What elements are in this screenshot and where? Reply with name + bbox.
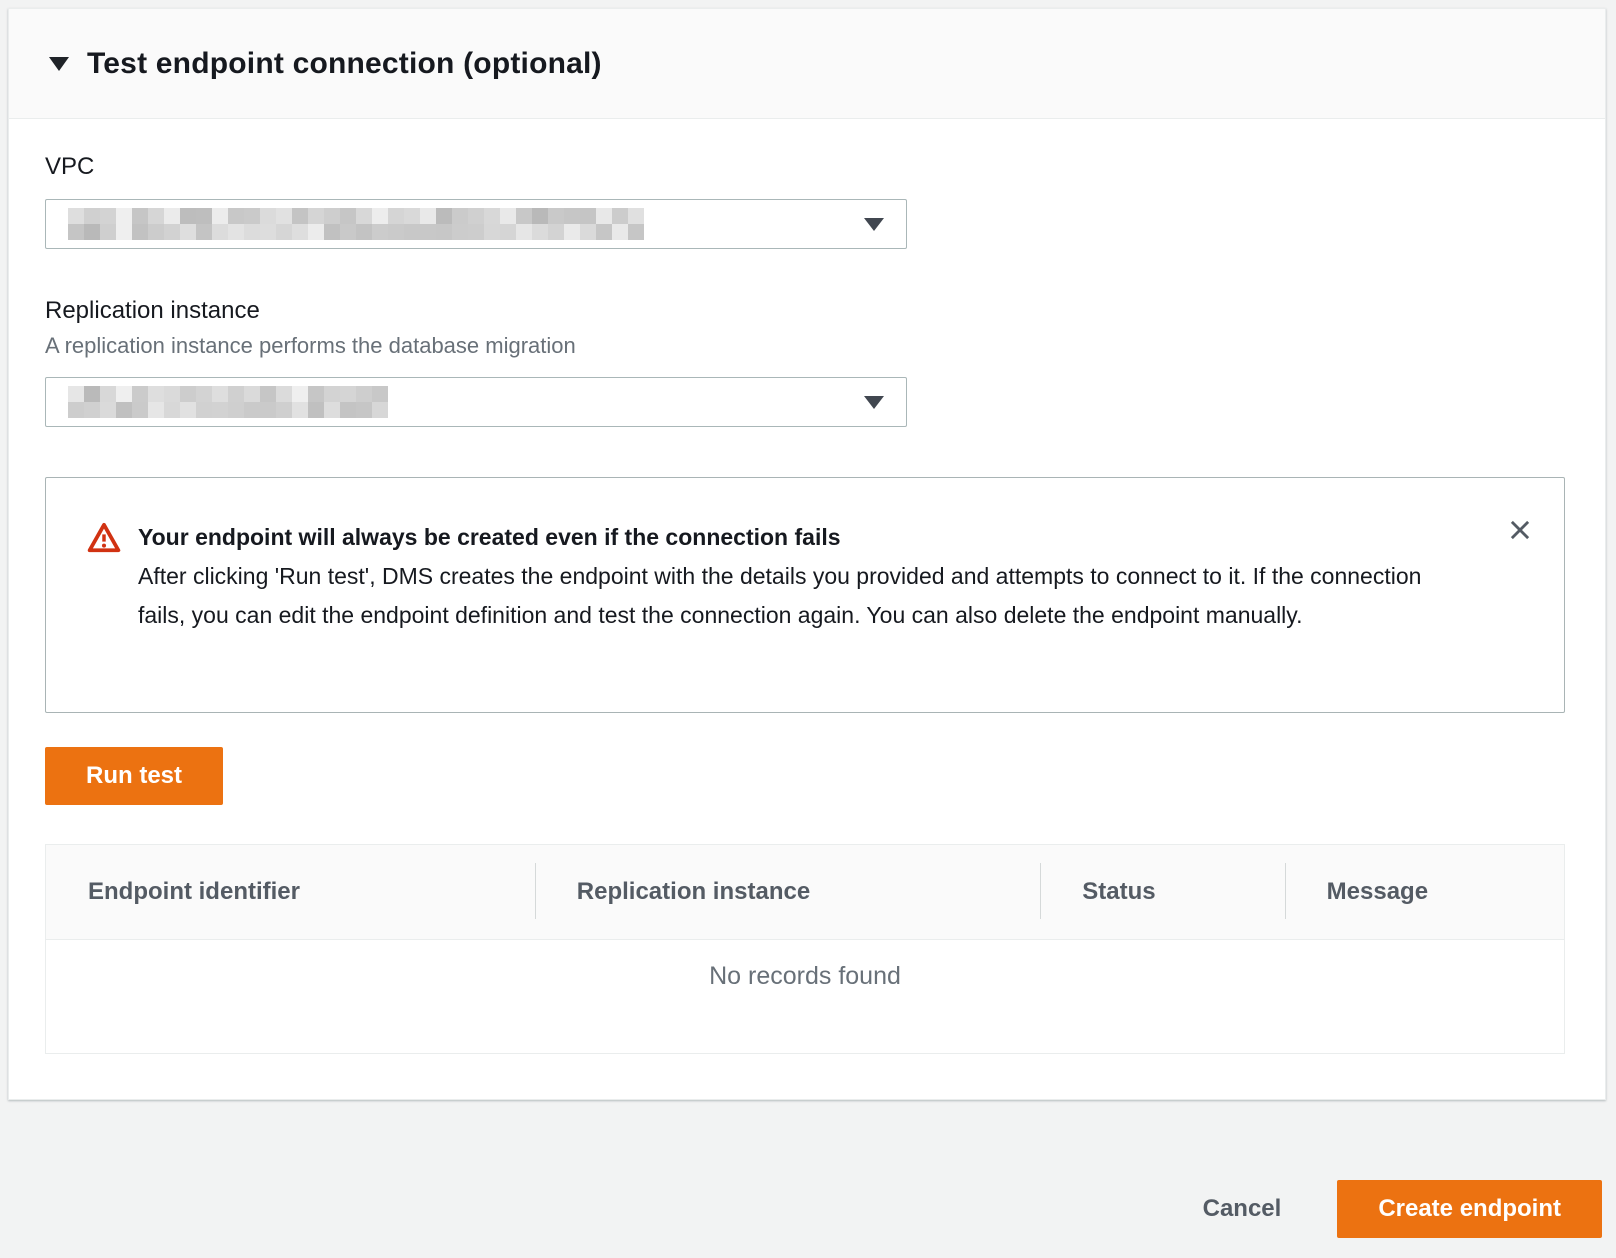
replication-instance-label: Replication instance xyxy=(45,297,1563,325)
redacted-vpc-value xyxy=(68,208,644,240)
caret-down-icon xyxy=(864,218,884,231)
close-icon[interactable] xyxy=(1502,512,1538,548)
redacted-replication-instance-value xyxy=(68,386,388,418)
cancel-button[interactable]: Cancel xyxy=(1203,1195,1282,1223)
test-endpoint-connection-panel: Test endpoint connection (optional) VPC … xyxy=(8,8,1606,1100)
column-header-message: Message xyxy=(1285,845,1564,939)
triangle-down-icon xyxy=(49,57,69,71)
table-header-row: Endpoint identifier Replication instance… xyxy=(46,845,1564,940)
section-title: Test endpoint connection (optional) xyxy=(87,47,602,81)
form-footer-actions: Cancel Create endpoint xyxy=(0,1180,1602,1238)
warning-alert-title: Your endpoint will always be created eve… xyxy=(138,518,1438,557)
run-test-button[interactable]: Run test xyxy=(45,747,223,805)
warning-triangle-icon xyxy=(86,520,122,712)
replication-instance-select[interactable] xyxy=(45,377,907,427)
column-header-status: Status xyxy=(1040,845,1284,939)
warning-alert-text: Your endpoint will always be created eve… xyxy=(138,518,1438,712)
replication-instance-field: Replication instance A replication insta… xyxy=(45,297,1563,427)
vpc-select[interactable] xyxy=(45,199,907,249)
caret-down-icon xyxy=(864,396,884,409)
column-header-replication-instance: Replication instance xyxy=(535,845,1040,939)
section-body: VPC Replication instance A replication i… xyxy=(9,119,1605,1054)
run-test-row: Run test xyxy=(45,747,1563,805)
test-results-table: Endpoint identifier Replication instance… xyxy=(45,844,1565,1054)
warning-alert-body: After clicking 'Run test', DMS creates t… xyxy=(138,557,1438,635)
vpc-label: VPC xyxy=(45,153,1563,181)
warning-alert: Your endpoint will always be created eve… xyxy=(45,477,1565,713)
create-endpoint-button[interactable]: Create endpoint xyxy=(1337,1180,1602,1238)
column-header-endpoint-identifier: Endpoint identifier xyxy=(46,845,535,939)
section-header-test-endpoint-connection[interactable]: Test endpoint connection (optional) xyxy=(9,9,1605,119)
replication-instance-description: A replication instance performs the data… xyxy=(45,333,1563,359)
vpc-field: VPC xyxy=(45,153,1563,249)
table-empty-state: No records found xyxy=(46,940,1564,1053)
